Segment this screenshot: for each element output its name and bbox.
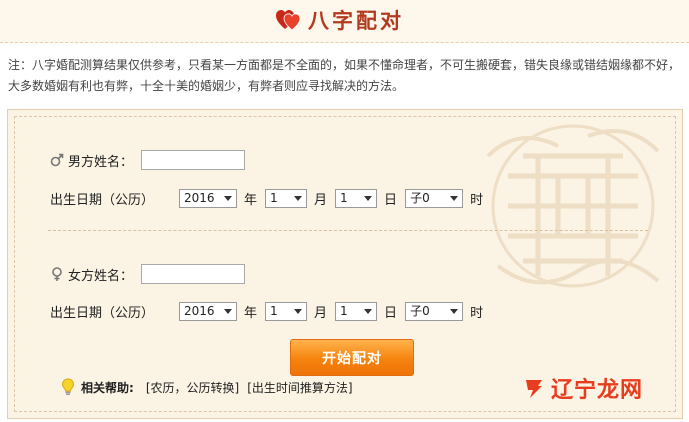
female-year-unit: 年 <box>244 306 258 321</box>
female-birth-row: 出生日期（公历） 2016 年 1 月 1 日 子0 时 <box>50 302 491 321</box>
disclaimer-note: 注：八字婚配测算结果仅供参考，只看某一方面都是不全面的，如果不懂命理者，不可生搬… <box>8 58 681 93</box>
logo-text: 辽宁龙网 <box>551 378 644 403</box>
start-pairing-button[interactable]: 开始配对 <box>290 339 414 376</box>
help-label: 相关帮助: <box>81 380 134 395</box>
chevron-down-icon <box>294 309 303 314</box>
lunar-solar-convert-link[interactable]: [农历，公历转换] <box>146 379 239 396</box>
female-day-unit: 日 <box>384 306 398 321</box>
female-birth-label: 出生日期（公历） <box>50 306 155 321</box>
dragon-logo-icon <box>526 380 542 398</box>
female-day-value: 1 <box>340 304 348 318</box>
male-year-unit: 年 <box>244 193 258 208</box>
female-hour-unit: 时 <box>470 306 484 321</box>
female-month-value: 1 <box>270 304 278 318</box>
female-year-value: 2016 <box>184 304 215 318</box>
section-divider <box>48 230 648 231</box>
male-name-label: 男方姓名： <box>68 154 134 170</box>
female-month-select[interactable]: 1 <box>265 302 308 321</box>
double-happiness-watermark <box>486 124 660 288</box>
page-header: 八字配对 <box>0 0 689 43</box>
male-hour-select[interactable]: 子0 <box>405 189 464 208</box>
birth-time-method-link[interactable]: [出生时间推算方法] <box>247 379 352 396</box>
chevron-down-icon <box>294 196 303 201</box>
help-links: 相关帮助: [农历，公历转换] [出生时间推算方法] <box>61 378 353 396</box>
double-heart-icon <box>276 10 301 31</box>
lightbulb-icon <box>61 378 75 395</box>
female-hour-select[interactable]: 子0 <box>405 302 464 321</box>
male-name-row: 男方姓名： <box>50 150 246 170</box>
male-month-unit: 月 <box>314 193 328 208</box>
male-birth-label: 出生日期（公历） <box>50 193 155 208</box>
male-birth-row: 出生日期（公历） 2016 年 1 月 1 日 子0 时 <box>50 189 491 208</box>
female-name-row: 女方姓名： <box>50 264 246 284</box>
title-group: 八字配对 <box>276 5 404 35</box>
male-name-input[interactable] <box>141 150 246 170</box>
chevron-down-icon <box>364 196 373 201</box>
page-title: 八字配对 <box>308 8 404 33</box>
female-symbol-icon <box>52 267 62 281</box>
female-hour-value: 子0 <box>410 304 430 318</box>
male-month-value: 1 <box>270 191 278 205</box>
male-year-select[interactable]: 2016 <box>179 189 238 208</box>
female-day-select[interactable]: 1 <box>335 302 378 321</box>
male-hour-unit: 时 <box>470 193 484 208</box>
site-logo: 辽宁龙网 <box>523 372 643 404</box>
male-month-select[interactable]: 1 <box>265 189 308 208</box>
male-day-value: 1 <box>340 191 348 205</box>
female-name-label: 女方姓名： <box>68 268 134 284</box>
male-hour-value: 子0 <box>410 191 430 205</box>
male-year-value: 2016 <box>184 191 215 205</box>
male-day-select[interactable]: 1 <box>335 189 378 208</box>
chevron-down-icon <box>450 309 459 314</box>
female-month-unit: 月 <box>314 306 328 321</box>
male-day-unit: 日 <box>384 193 398 208</box>
chevron-down-icon <box>450 196 459 201</box>
male-symbol-icon <box>50 153 64 167</box>
chevron-down-icon <box>364 309 373 314</box>
chevron-down-icon <box>224 196 233 201</box>
female-name-input[interactable] <box>141 264 246 284</box>
chevron-down-icon <box>224 309 233 314</box>
female-year-select[interactable]: 2016 <box>179 302 238 321</box>
